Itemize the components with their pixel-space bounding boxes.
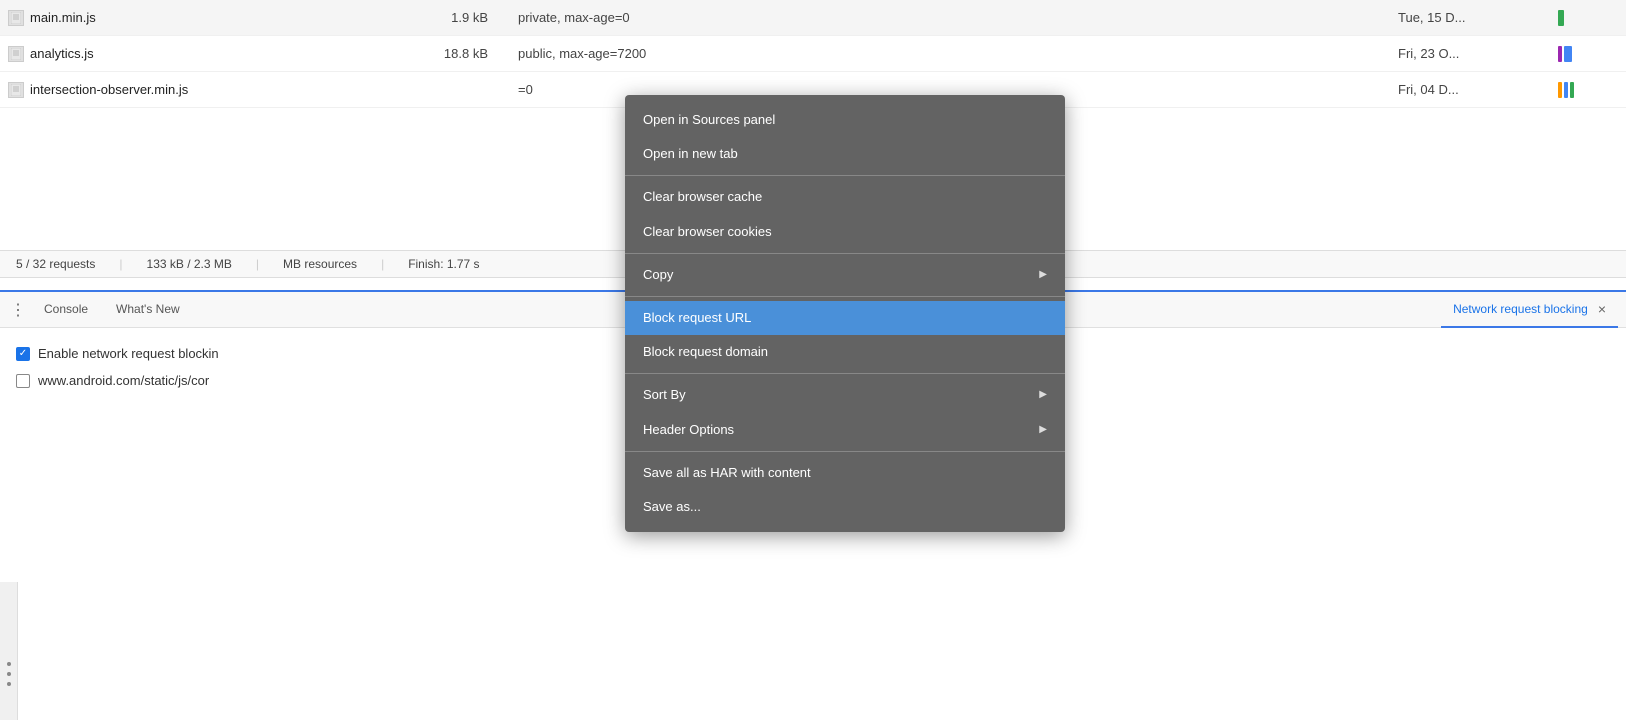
tab-console[interactable]: Console [32,292,100,328]
menu-item-block-domain[interactable]: Block request domain [625,335,1065,369]
tab-label: Network request blocking [1453,302,1588,316]
tab-network-request-blocking[interactable]: Network request blocking × [1441,292,1618,328]
menu-item-label: Sort By [643,386,1039,404]
menu-item-label: Save as... [643,498,1047,516]
tab-whats-new[interactable]: What's New [104,292,192,328]
table-row[interactable]: analytics.js 18.8 kB public, max-age=720… [0,36,1626,72]
menu-item-sort-by[interactable]: Sort By ▶ [625,378,1065,412]
waterfall [1558,10,1618,26]
waterfall-bar-blue [1564,82,1568,98]
file-name-col: analytics.js [8,46,388,62]
waterfall-bar-green [1558,10,1564,26]
menu-item-clear-cache[interactable]: Clear browser cache [625,180,1065,214]
transfer-size: 133 kB / 2.3 MB [147,257,232,271]
submenu-arrow-icon: ▶ [1039,268,1047,282]
waterfall-bar-purple [1558,46,1562,62]
file-icon [8,46,24,62]
checkbox-unchecked[interactable] [16,374,30,388]
menu-item-save-har[interactable]: Save all as HAR with content [625,456,1065,490]
request-count: 5 / 32 requests [16,257,95,271]
menu-item-label: Open in Sources panel [643,111,1047,129]
file-date: Tue, 15 D... [1398,10,1558,25]
submenu-arrow-icon: ▶ [1039,388,1047,402]
finish-time: Finish: 1.77 s [408,257,479,271]
menu-item-copy[interactable]: Copy ▶ [625,258,1065,292]
waterfall-bar-green [1570,82,1574,98]
divider: | [381,257,384,271]
divider: | [256,257,259,271]
blocking-item-label: Enable network request blockin [38,346,219,361]
file-name-col: intersection-observer.min.js [8,82,388,98]
menu-item-label: Block request URL [643,309,1047,327]
close-tab-button[interactable]: × [1598,301,1606,317]
waterfall-bar-orange [1558,82,1562,98]
submenu-arrow-icon: ▶ [1039,423,1047,437]
table-row[interactable]: main.min.js 1.9 kB private, max-age=0 Tu… [0,0,1626,36]
menu-section-copy: Copy ▶ [625,254,1065,297]
file-date: Fri, 23 O... [1398,46,1558,61]
file-size: 1.9 kB [388,10,508,25]
file-date: Fri, 04 D... [1398,82,1558,97]
file-name: intersection-observer.min.js [30,82,188,97]
resources: MB resources [283,257,357,271]
blocking-item-label: www.android.com/static/js/cor [38,373,209,388]
divider: | [119,257,122,271]
main-panel: main.min.js 1.9 kB private, max-age=0 Tu… [0,0,1626,720]
menu-section-save: Save all as HAR with content Save as... [625,452,1065,528]
menu-item-label: Clear browser cookies [643,223,1047,241]
menu-item-open-new-tab[interactable]: Open in new tab [625,137,1065,171]
file-icon [8,10,24,26]
waterfall-bar-blue [1564,46,1572,62]
menu-section-block: Block request URL Block request domain [625,297,1065,374]
sidebar-dot [7,662,11,666]
cache-control: private, max-age=0 [508,10,1398,25]
file-name: main.min.js [30,10,96,25]
menu-item-save-as[interactable]: Save as... [625,490,1065,524]
cache-control: public, max-age=7200 [508,46,1398,61]
tab-menu-icon[interactable]: ⋮ [8,300,28,320]
menu-section-sort: Sort By ▶ Header Options ▶ [625,374,1065,451]
menu-item-clear-cookies[interactable]: Clear browser cookies [625,215,1065,249]
menu-section-open: Open in Sources panel Open in new tab [625,99,1065,176]
menu-item-label: Clear browser cache [643,188,1047,206]
file-size: 18.8 kB [388,46,508,61]
file-name: analytics.js [30,46,94,61]
file-icon [8,82,24,98]
waterfall [1558,82,1618,98]
menu-section-clear: Clear browser cache Clear browser cookie… [625,176,1065,253]
menu-item-open-sources[interactable]: Open in Sources panel [625,103,1065,137]
context-menu: Open in Sources panel Open in new tab Cl… [625,95,1065,532]
checkbox-checked[interactable]: ✓ [16,347,30,361]
sidebar-dot [7,682,11,686]
check-mark: ✓ [19,348,27,359]
menu-item-label: Header Options [643,421,1039,439]
menu-item-label: Save all as HAR with content [643,464,1047,482]
file-name-col: main.min.js [8,10,388,26]
sidebar-dot [7,672,11,676]
menu-item-label: Copy [643,266,1039,284]
left-sidebar [0,582,18,720]
menu-item-label: Block request domain [643,343,1047,361]
waterfall [1558,46,1618,62]
menu-item-label: Open in new tab [643,145,1047,163]
menu-item-block-url[interactable]: Block request URL [625,301,1065,335]
menu-item-header-options[interactable]: Header Options ▶ [625,413,1065,447]
